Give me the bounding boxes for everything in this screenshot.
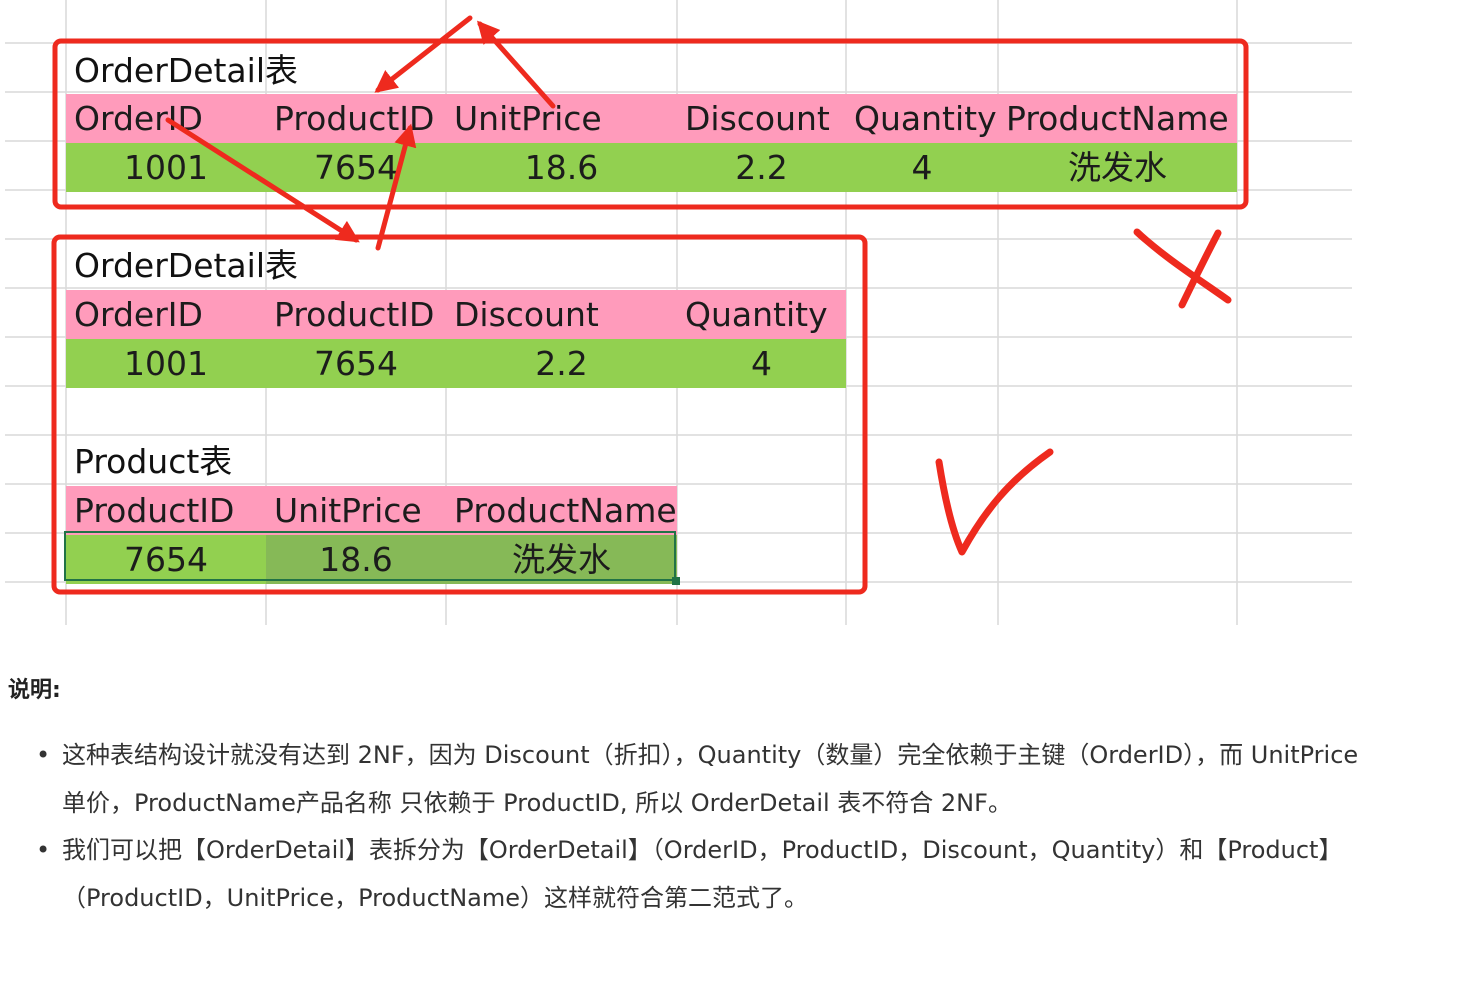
arrow-table2-to-productid [375,123,417,251]
spreadsheet-image: OrderDetail表 OrderID ProductID UnitPrice… [0,0,1484,630]
notes-heading: 说明: [8,678,61,703]
note-text-1: 这种表结构设计就没有达到 2NF，因为 Discount（折扣），Quantit… [62,741,1359,817]
list-item: 我们可以把【OrderDetail】表拆分为【OrderDetail】（Orde… [36,827,1362,922]
annotation-overlay [51,15,1249,595]
arrow-top-to-productid [374,15,473,93]
list-item: 这种表结构设计就没有达到 2NF，因为 Discount（折扣），Quantit… [36,732,1362,827]
box-correct-tables [51,234,868,595]
notes-list: 这种表结构设计就没有达到 2NF，因为 Discount（折扣），Quantit… [36,732,1362,922]
arrow-unitprice-to-top [477,20,556,109]
box-wrong-table [52,38,1249,210]
arrow-orderid-to-table2 [165,117,360,243]
check-mark-icon [935,448,1054,556]
note-text-2: 我们可以把【OrderDetail】表拆分为【OrderDetail】（Orde… [62,836,1343,912]
